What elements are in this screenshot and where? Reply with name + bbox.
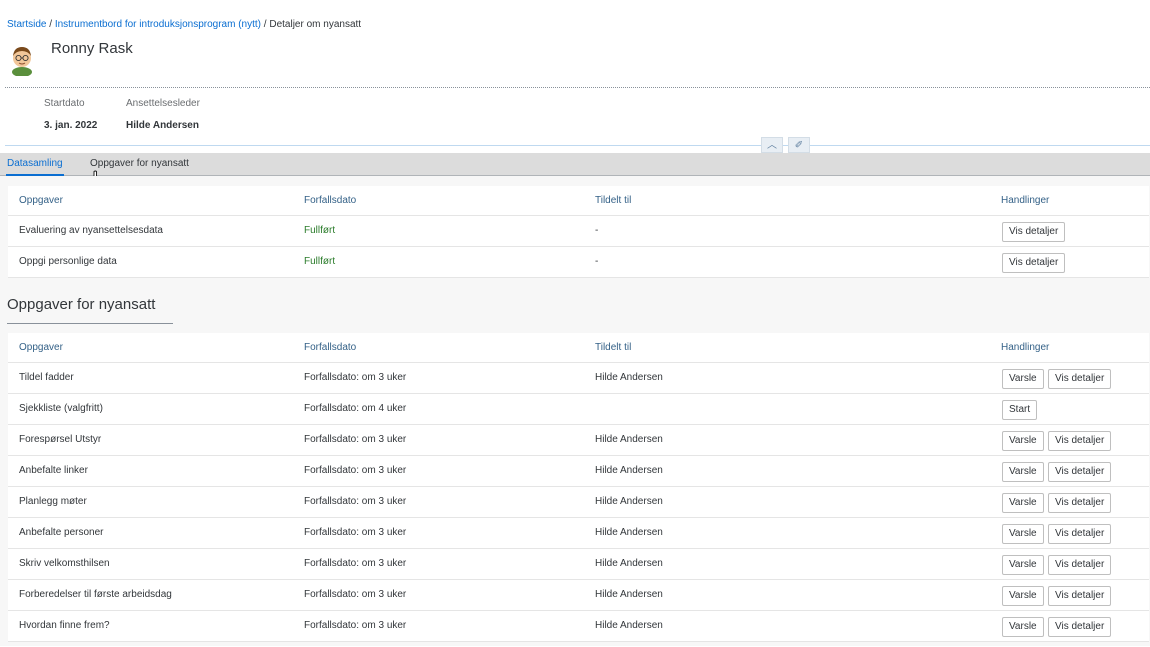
task-assignee: Hilde Andersen	[595, 434, 663, 445]
task-due-date: Forfallsdato: om 4 uker	[304, 403, 407, 414]
view-details-button[interactable]: Vis detaljer	[1048, 369, 1112, 389]
section-title: Oppgaver for nyansatt	[7, 296, 156, 313]
datasamling-table: Oppgaver Forfallsdato Tildelt til Handli…	[8, 186, 1149, 278]
nyansatt-table: Oppgaver Forfallsdato Tildelt til Handli…	[8, 333, 1149, 642]
task-status: Fullført	[304, 256, 336, 267]
task-name: Tildel fadder	[19, 372, 74, 383]
view-details-button[interactable]: Vis detaljer	[1048, 586, 1112, 606]
table-row: Planlegg møter Forfallsdato: om 3 uker H…	[8, 487, 1149, 518]
task-name: Planlegg møter	[19, 496, 87, 507]
header-divider	[5, 87, 1150, 88]
tab-datasamling[interactable]: Datasamling	[6, 158, 64, 176]
table-header-row: Oppgaver Forfallsdato Tildelt til Handli…	[8, 186, 1149, 216]
chevron-up-icon: ︿	[767, 140, 777, 151]
table-row: Tildel fadder Forfallsdato: om 3 uker Hi…	[8, 363, 1149, 394]
notify-button[interactable]: Varsle	[1002, 493, 1044, 513]
task-name: Skriv velkomsthilsen	[19, 558, 110, 569]
view-details-button[interactable]: Vis detaljer	[1048, 555, 1112, 575]
task-assignee: Hilde Andersen	[595, 558, 663, 569]
task-name: Hvordan finne frem?	[19, 620, 110, 631]
column-header-actions: Handlinger	[1001, 195, 1050, 206]
column-header-actions: Handlinger	[1001, 342, 1050, 353]
breadcrumb-dashboard-link[interactable]: Instrumentbord for introduksjonsprogram …	[55, 19, 261, 30]
task-assignee: Hilde Andersen	[595, 620, 663, 631]
task-name: Evaluering av nyansettelsesdata	[19, 225, 163, 236]
view-details-button[interactable]: Vis detaljer	[1048, 617, 1112, 637]
table-header-row: Oppgaver Forfallsdato Tildelt til Handli…	[8, 333, 1149, 363]
task-assignee: Hilde Andersen	[595, 372, 663, 383]
table-row: Sjekkliste (valgfritt) Forfallsdato: om …	[8, 394, 1149, 425]
task-status: Fullført	[304, 225, 336, 236]
notify-button[interactable]: Varsle	[1002, 555, 1044, 575]
task-assignee: Hilde Andersen	[595, 465, 663, 476]
view-details-button[interactable]: Vis detaljer	[1002, 253, 1066, 273]
table-row: Forberedelser til første arbeidsdag Forf…	[8, 580, 1149, 611]
object-page-header	[0, 0, 1150, 88]
collapse-header-button[interactable]: ︿	[761, 137, 783, 153]
pin-header-button[interactable]: ✐	[788, 137, 810, 153]
task-assignee: -	[595, 225, 599, 236]
task-assignee: Hilde Andersen	[595, 527, 663, 538]
breadcrumb-current: Detaljer om nyansatt	[269, 19, 362, 30]
view-details-button[interactable]: Vis detaljer	[1002, 222, 1066, 242]
view-details-button[interactable]: Vis detaljer	[1048, 431, 1112, 451]
table-row: Hvordan finne frem? Forfallsdato: om 3 u…	[8, 611, 1149, 642]
task-due-date: Forfallsdato: om 3 uker	[304, 527, 407, 538]
notify-button[interactable]: Varsle	[1002, 462, 1044, 482]
column-header-tasks: Oppgaver	[19, 342, 63, 353]
view-details-button[interactable]: Vis detaljer	[1048, 524, 1112, 544]
tab-oppgaver-for-nyansatt[interactable]: Oppgaver for nyansatt	[90, 158, 189, 169]
employee-name: Ronny Rask	[51, 40, 133, 57]
table-row: Anbefalte personer Forfallsdato: om 3 uk…	[8, 518, 1149, 549]
breadcrumb-home-link[interactable]: Startside	[7, 19, 46, 30]
column-header-assigned-to: Tildelt til	[595, 195, 632, 206]
task-assignee: Hilde Andersen	[595, 589, 663, 600]
task-due-date: Forfallsdato: om 3 uker	[304, 496, 407, 507]
avatar	[12, 47, 32, 76]
notify-button[interactable]: Varsle	[1002, 431, 1044, 451]
task-due-date: Forfallsdato: om 3 uker	[304, 620, 407, 631]
task-name: Anbefalte linker	[19, 465, 88, 476]
notify-button[interactable]: Varsle	[1002, 369, 1044, 389]
view-details-button[interactable]: Vis detaljer	[1048, 462, 1112, 482]
task-due-date: Forfallsdato: om 3 uker	[304, 465, 407, 476]
notify-button[interactable]: Varsle	[1002, 586, 1044, 606]
task-name: Oppgi personlige data	[19, 256, 117, 267]
breadcrumb: Startside / Instrumentbord for introduks…	[7, 19, 361, 30]
section-title-underline	[7, 323, 173, 324]
task-name: Anbefalte personer	[19, 527, 104, 538]
anchor-bar: Datasamling Oppgaver for nyansatt	[0, 153, 1150, 176]
column-header-due-date: Forfallsdato	[304, 342, 357, 353]
task-due-date: Forfallsdato: om 3 uker	[304, 558, 407, 569]
header-collapse-line	[5, 145, 1150, 146]
notify-button[interactable]: Varsle	[1002, 617, 1044, 637]
hiring-manager-value: Hilde Andersen	[126, 120, 199, 131]
task-due-date: Forfallsdato: om 3 uker	[304, 589, 407, 600]
task-name: Forberedelser til første arbeidsdag	[19, 589, 172, 600]
table-row: Forespørsel Utstyr Forfallsdato: om 3 uk…	[8, 425, 1149, 456]
start-button[interactable]: Start	[1002, 400, 1038, 420]
task-assignee: Hilde Andersen	[595, 496, 663, 507]
task-name: Sjekkliste (valgfritt)	[19, 403, 103, 414]
table-row: Oppgi personlige data Fullført - Vis det…	[8, 247, 1149, 278]
table-row: Anbefalte linker Forfallsdato: om 3 uker…	[8, 456, 1149, 487]
start-date-label: Startdato	[44, 98, 85, 109]
task-assignee: -	[595, 256, 599, 267]
column-header-due-date: Forfallsdato	[304, 195, 357, 206]
column-header-tasks: Oppgaver	[19, 195, 63, 206]
task-due-date: Forfallsdato: om 3 uker	[304, 372, 407, 383]
start-date-value: 3. jan. 2022	[44, 120, 98, 131]
column-header-assigned-to: Tildelt til	[595, 342, 632, 353]
hiring-manager-label: Ansettelsesleder	[126, 98, 200, 109]
view-details-button[interactable]: Vis detaljer	[1048, 493, 1112, 513]
table-row: Skriv velkomsthilsen Forfallsdato: om 3 …	[8, 549, 1149, 580]
breadcrumb-separator: /	[46, 19, 55, 30]
table-row: Evaluering av nyansettelsesdata Fullført…	[8, 216, 1149, 247]
pin-icon: ✐	[794, 140, 804, 151]
task-name: Forespørsel Utstyr	[19, 434, 102, 445]
task-due-date: Forfallsdato: om 3 uker	[304, 434, 407, 445]
notify-button[interactable]: Varsle	[1002, 524, 1044, 544]
